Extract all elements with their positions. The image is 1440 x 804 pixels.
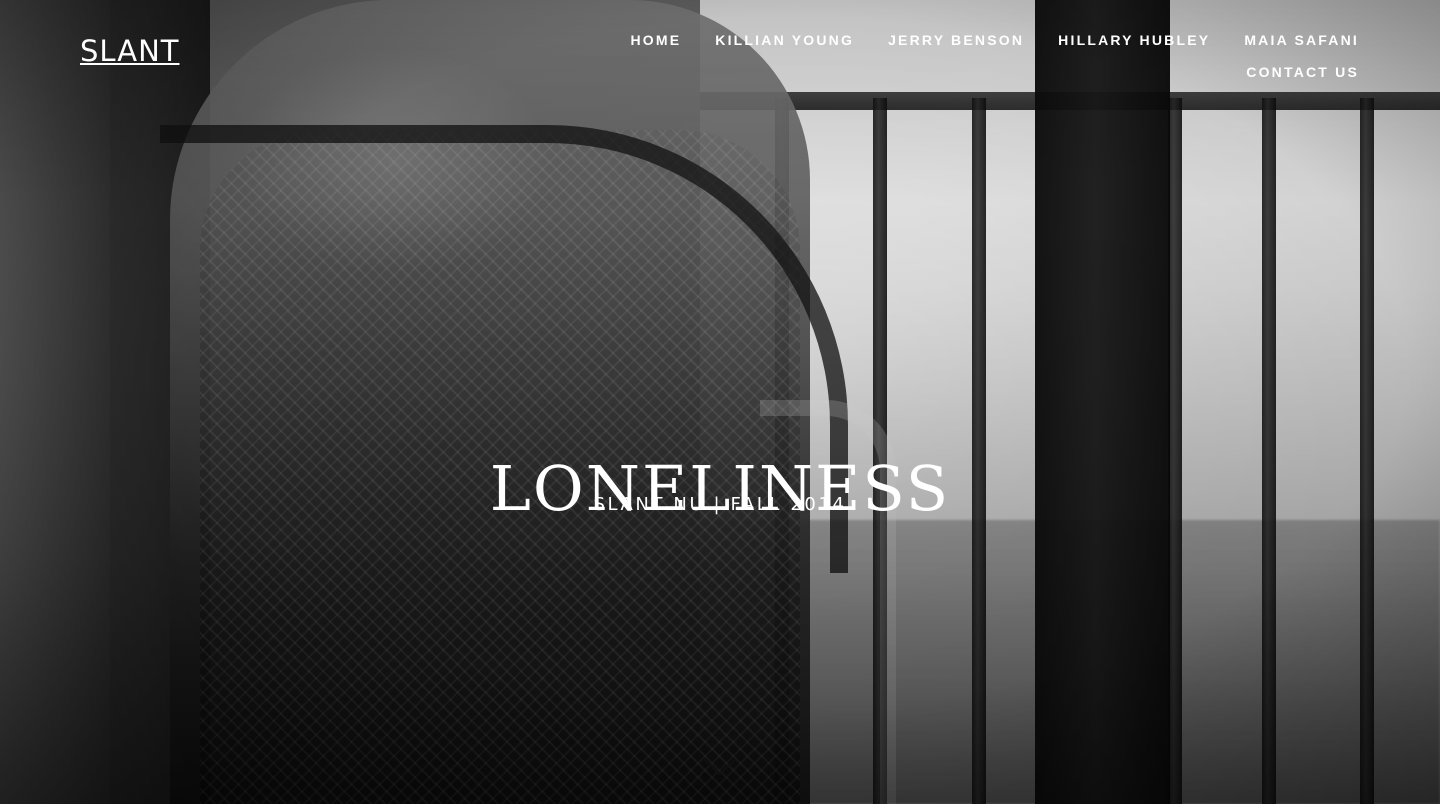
hero-section: SLANT HOME KILLIAN YOUNG JERRY BENSON HI… [0,0,1440,804]
nav-link-maia-safani[interactable]: MAIA SAFANI [1244,30,1359,50]
chevron-down-icon-svg [704,759,736,775]
nav-link-contact-us[interactable]: CONTACT US [1246,62,1359,82]
photo-vignette [0,0,1440,804]
nav-link-home[interactable]: HOME [630,30,681,50]
primary-nav: HOME KILLIAN YOUNG JERRY BENSON HILLARY … [599,30,1359,82]
nav-link-jerry-benson[interactable]: JERRY BENSON [888,30,1024,50]
hero-title: LONELINESS [489,451,951,525]
hero-subtitle: SLANT NU | FALL 2014 [593,494,847,515]
chevron-down-icon[interactable] [703,756,737,778]
nav-link-hillary-hubley[interactable]: HILLARY HUBLEY [1058,30,1210,50]
site-logo[interactable]: SLANT [80,34,179,68]
nav-link-killian-young[interactable]: KILLIAN YOUNG [715,30,854,50]
hero-background-photo [0,0,1440,804]
